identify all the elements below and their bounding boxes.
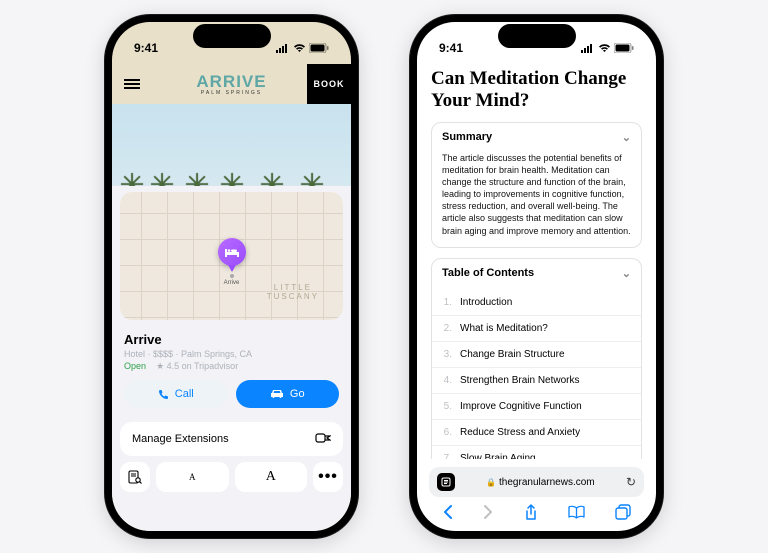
wifi-icon [598,43,611,53]
page-search-icon [128,470,142,484]
forward-button[interactable] [483,504,494,524]
small-a-icon: A [189,472,196,482]
call-button[interactable]: Call [124,380,228,408]
signal-icon [276,43,290,53]
go-button[interactable]: Go [236,380,340,408]
manage-extensions-label: Manage Extensions [132,433,229,445]
toc-item[interactable]: 3.Change Brain Structure [432,341,641,367]
more-button[interactable]: ••• [313,462,343,492]
tabs-icon [615,504,631,520]
share-icon [524,504,538,521]
brand-sub: PALM SPRINGS [196,90,266,96]
battery-icon [614,43,634,53]
book-icon [568,505,585,519]
menu-button[interactable] [112,77,152,91]
toc-toggle[interactable]: Table of Contents ⌄ [432,259,641,288]
toc-heading: Table of Contents [442,267,534,279]
dynamic-island [498,24,576,48]
status-time: 9:41 [134,41,158,55]
safari-tabbar [417,497,656,531]
back-button[interactable] [442,504,453,524]
brand-logo[interactable]: ARRIVE PALM SPRINGS [196,72,266,96]
place-info: Arrive Hotel · $$$$ · Palm Springs, CA O… [120,326,343,416]
bookmarks-button[interactable] [568,505,585,523]
car-icon [270,389,284,399]
place-meta: Hotel · $$$$ · Palm Springs, CA [124,349,339,359]
lock-icon: 🔒 [486,478,496,487]
map-pin[interactable]: Arrive [218,238,246,286]
toc-item[interactable]: 7.Slow Brain Aging [432,445,641,459]
wifi-icon [293,43,306,53]
tabs-button[interactable] [615,504,631,524]
toc-item[interactable]: 6.Reduce Stress and Anxiety [432,419,641,445]
toc-item[interactable]: 4.Strengthen Brain Networks [432,367,641,393]
extension-icon [315,431,331,447]
chevron-left-icon [442,504,453,520]
manage-extensions-button[interactable]: Manage Extensions [120,422,343,456]
font-larger-button[interactable]: A [235,462,308,492]
address-bar[interactable]: 🔒 thegranularnews.com ↻ [429,467,644,497]
phone-icon [158,389,169,400]
call-label: Call [175,388,194,400]
url-text: 🔒 thegranularnews.com [461,477,620,488]
site-header: ARRIVE PALM SPRINGS BOOK [112,64,351,104]
signal-icon [581,43,595,53]
map-neighborhood-label: LITTLE TUSCANY [267,284,319,302]
rating: ★ 4.5 on Tripadvisor [156,361,238,371]
map-pin-label: Arrive [218,280,246,286]
toc-item[interactable]: 2.What is Meditation? [432,315,641,341]
large-a-icon: A [266,469,276,485]
screen-left: 9:41 ARRIVE PALM SPRINGS BOOK ✳ ✳ ✳ ✳ ✳ … [112,22,351,531]
status-right [276,43,329,53]
summary-text: The article discusses the potential bene… [432,152,641,247]
map-card[interactable]: LITTLE TUSCANY Arrive [120,192,343,320]
reader-icon[interactable] [437,473,455,491]
screen-right: 9:41 Can Meditation Change Your Mind? Su… [417,22,656,531]
summary-toggle[interactable]: Summary ⌄ [432,123,641,152]
safari-toolbar: A A ••• [120,462,343,498]
chevron-right-icon [483,504,494,520]
ellipsis-icon: ••• [318,468,338,486]
share-button[interactable] [524,504,538,525]
toc-list: 1.Introduction 2.What is Meditation? 3.C… [432,288,641,459]
summary-section: Summary ⌄ The article discusses the pote… [431,122,642,248]
article-body: Can Meditation Change Your Mind? Summary… [417,64,656,459]
toc-section: Table of Contents ⌄ 1.Introduction 2.Wha… [431,258,642,459]
book-button[interactable]: BOOK [307,64,351,104]
place-name: Arrive [124,332,339,347]
chevron-down-icon: ⌄ [622,267,631,280]
phone-mockup-left: 9:41 ARRIVE PALM SPRINGS BOOK ✳ ✳ ✳ ✳ ✳ … [104,14,359,539]
hero-image: ✳ ✳ ✳ ✳ ✳ ✳ [112,104,351,186]
go-label: Go [290,388,305,400]
dynamic-island [193,24,271,48]
bed-icon [218,238,246,266]
status-right [581,43,634,53]
toc-item[interactable]: 1.Introduction [432,290,641,315]
article-title: Can Meditation Change Your Mind? [431,68,642,112]
place-status-row: Open ★ 4.5 on Tripadvisor [124,361,339,372]
toc-item[interactable]: 5.Improve Cognitive Function [432,393,641,419]
summary-heading: Summary [442,131,492,143]
brand-main: ARRIVE [196,72,266,92]
status-time: 9:41 [439,41,463,55]
battery-icon [309,43,329,53]
font-smaller-button[interactable]: A [156,462,229,492]
open-status: Open [124,361,146,371]
bottom-sheet: LITTLE TUSCANY Arrive Arrive Hotel · $$$… [112,186,351,531]
reader-toggle-button[interactable] [120,462,150,492]
reload-button[interactable]: ↻ [626,475,636,489]
phone-mockup-right: 9:41 Can Meditation Change Your Mind? Su… [409,14,664,539]
chevron-down-icon: ⌄ [622,131,631,144]
